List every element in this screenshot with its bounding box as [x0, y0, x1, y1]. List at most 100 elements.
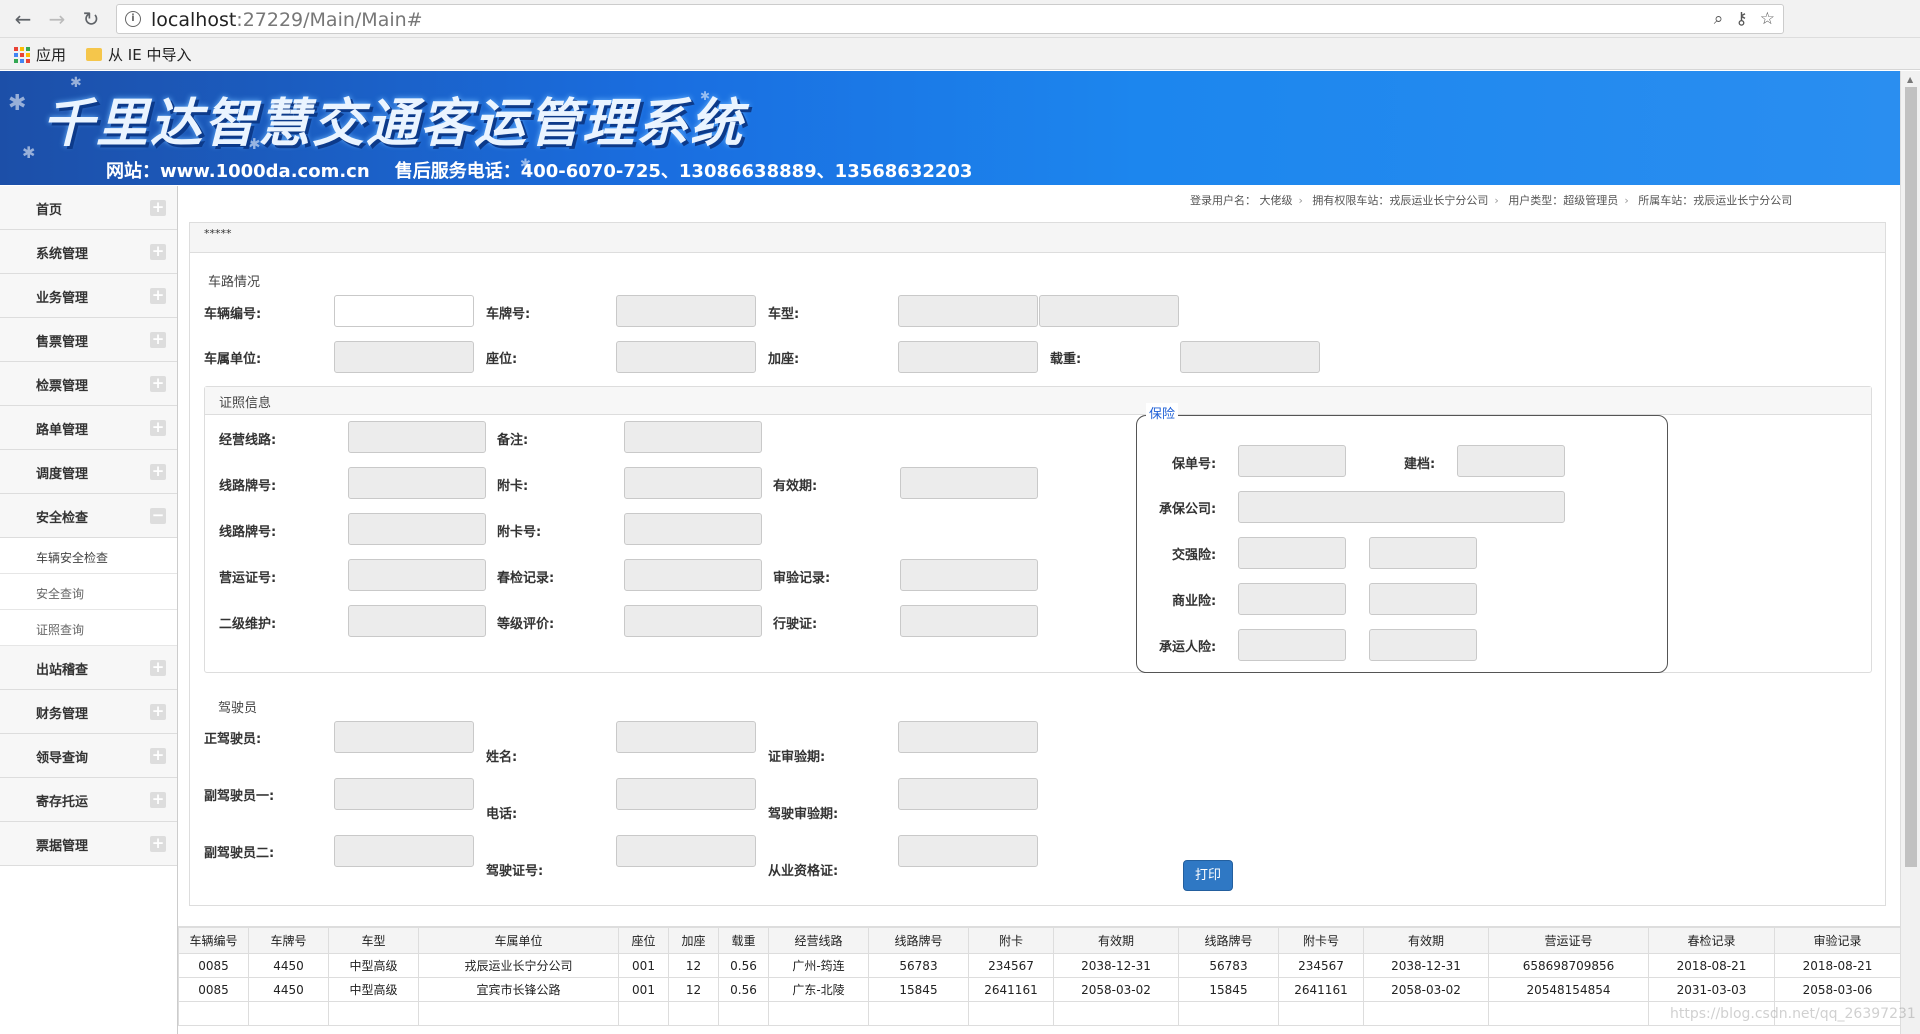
scroll-up-icon[interactable]: ▲: [1907, 75, 1913, 84]
column-header[interactable]: 车型: [328, 927, 419, 954]
forward-icon[interactable]: →: [46, 8, 68, 30]
policy-input[interactable]: [1238, 445, 1346, 477]
sidebar-item-system[interactable]: 系统管理 +: [0, 230, 177, 274]
expand-icon[interactable]: +: [150, 836, 166, 852]
scrollbar-thumb[interactable]: [1905, 87, 1917, 867]
table-row[interactable]: 0085 4450 中型高级 宜宾市长锋公路 001 12 0.56 广东-北陵 158…: [178, 977, 1901, 1002]
extra-seats-input[interactable]: [898, 341, 1038, 373]
zoom-icon[interactable]: ⌕: [1714, 9, 1724, 29]
column-header[interactable]: 载重: [718, 927, 769, 954]
sidebar-item-check[interactable]: 检票管理 +: [0, 362, 177, 406]
qualification-input[interactable]: [898, 835, 1038, 867]
bookmark-ie-import[interactable]: 从 IE 中导入: [86, 44, 191, 65]
drive-audit-input[interactable]: [898, 778, 1038, 810]
sidebar-item-waybill[interactable]: 路单管理 +: [0, 406, 177, 450]
compulsory-input[interactable]: [1238, 537, 1346, 569]
maintenance-input[interactable]: [348, 605, 486, 637]
license-no-input[interactable]: [616, 835, 756, 867]
main-driver-input[interactable]: [334, 721, 474, 753]
carrier-input[interactable]: [1238, 629, 1346, 661]
column-header[interactable]: 车牌号: [248, 927, 329, 954]
column-header[interactable]: 有效期: [1363, 927, 1489, 954]
sidebar-item-sales[interactable]: 售票管理 +: [0, 318, 177, 362]
sidebar-item-consign[interactable]: 寄存托运 +: [0, 778, 177, 822]
sidebar-item-tickets[interactable]: 票据管理 +: [0, 822, 177, 866]
star-icon[interactable]: ☆: [1760, 9, 1775, 29]
commercial-extra-input[interactable]: [1369, 583, 1477, 615]
sidebar-item-safety[interactable]: 安全检查 −: [0, 494, 177, 538]
route-input[interactable]: [348, 421, 486, 453]
column-header[interactable]: 车属单位: [418, 927, 619, 954]
sidebar-item-dispatch[interactable]: 调度管理 +: [0, 450, 177, 494]
load-input[interactable]: [1180, 341, 1320, 373]
bookmark-apps[interactable]: 应用: [14, 44, 66, 65]
assist-driver-1-input[interactable]: [334, 778, 474, 810]
address-bar[interactable]: i localhost:27229/Main/Main# ⌕ ⚷ ☆: [116, 4, 1784, 34]
expand-icon[interactable]: +: [150, 244, 166, 260]
name-input[interactable]: [616, 721, 756, 753]
column-header[interactable]: 线路牌号: [868, 927, 969, 954]
reload-icon[interactable]: ↻: [80, 8, 102, 30]
column-header[interactable]: 春检记录: [1648, 927, 1775, 954]
sidebar-item-outbound[interactable]: 出站稽查 +: [0, 646, 177, 690]
route-plate-2-input[interactable]: [348, 513, 486, 545]
seats-input[interactable]: [616, 341, 756, 373]
model-detail-input[interactable]: [1039, 295, 1179, 327]
spring-check-input[interactable]: [624, 559, 762, 591]
commercial-input[interactable]: [1238, 583, 1346, 615]
sidebar-subitem-safety-query[interactable]: 安全查询: [0, 574, 177, 610]
column-header[interactable]: 审验记录: [1774, 927, 1901, 954]
model-input[interactable]: [898, 295, 1038, 327]
insurer-input[interactable]: [1238, 491, 1565, 523]
table-row[interactable]: 0085 4450 中型高级 戎辰运业长宁分公司 001 12 0.56 广州-筠连 5…: [178, 953, 1901, 978]
collapse-icon[interactable]: −: [150, 508, 166, 524]
column-header[interactable]: 经营线路: [768, 927, 869, 954]
route-plate-input[interactable]: [348, 467, 486, 499]
column-header[interactable]: 营运证号: [1488, 927, 1649, 954]
card-no-input[interactable]: [624, 513, 762, 545]
expand-icon[interactable]: +: [150, 748, 166, 764]
expand-icon[interactable]: +: [150, 200, 166, 216]
expand-icon[interactable]: +: [150, 704, 166, 720]
phone-input[interactable]: [616, 778, 756, 810]
sidebar-item-leader[interactable]: 领导查询 +: [0, 734, 177, 778]
print-button[interactable]: 打印: [1183, 860, 1233, 891]
assist-driver-2-input[interactable]: [334, 835, 474, 867]
back-icon[interactable]: ←: [12, 8, 34, 30]
owner-input[interactable]: [334, 341, 474, 373]
compulsory-extra-input[interactable]: [1369, 537, 1477, 569]
page-scrollbar[interactable]: ▲: [1900, 71, 1920, 1034]
sidebar-item-finance[interactable]: 财务管理 +: [0, 690, 177, 734]
carrier-extra-input[interactable]: [1369, 629, 1477, 661]
remark-input[interactable]: [624, 421, 762, 453]
column-header[interactable]: 加座: [668, 927, 719, 954]
expand-icon[interactable]: +: [150, 376, 166, 392]
expand-icon[interactable]: +: [150, 420, 166, 436]
valid-input[interactable]: [900, 467, 1038, 499]
info-icon[interactable]: i: [125, 11, 141, 27]
column-header[interactable]: 附卡号: [1278, 927, 1364, 954]
column-header[interactable]: 座位: [618, 927, 669, 954]
rating-input[interactable]: [624, 605, 762, 637]
column-header[interactable]: 有效期: [1053, 927, 1179, 954]
vehicle-no-input[interactable]: [334, 295, 474, 327]
expand-icon[interactable]: +: [150, 464, 166, 480]
expand-icon[interactable]: +: [150, 792, 166, 808]
driving-license-input[interactable]: [900, 605, 1038, 637]
license-input[interactable]: [348, 559, 486, 591]
sidebar-item-business[interactable]: 业务管理 +: [0, 274, 177, 318]
sidebar-subitem-vehicle-safety[interactable]: 车辆安全检查: [0, 538, 177, 574]
filed-input[interactable]: [1457, 445, 1565, 477]
card-input[interactable]: [624, 467, 762, 499]
key-icon[interactable]: ⚷: [1735, 9, 1747, 29]
plate-input[interactable]: [616, 295, 756, 327]
column-header[interactable]: 车辆编号: [178, 927, 249, 954]
audit-input[interactable]: [900, 559, 1038, 591]
sidebar-item-home[interactable]: 首页 +: [0, 186, 177, 230]
cert-audit-input[interactable]: [898, 721, 1038, 753]
column-header[interactable]: 线路牌号: [1178, 927, 1279, 954]
sidebar-subitem-license-query[interactable]: 证照查询: [0, 610, 177, 646]
expand-icon[interactable]: +: [150, 660, 166, 676]
column-header[interactable]: 附卡: [968, 927, 1054, 954]
expand-icon[interactable]: +: [150, 288, 166, 304]
